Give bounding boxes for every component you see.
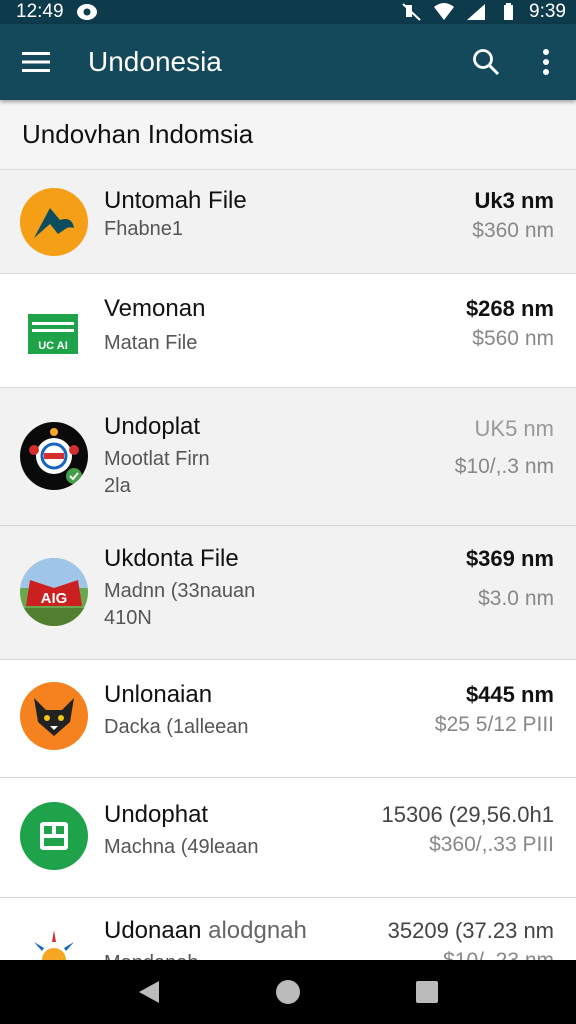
item-title: Udonaan alodgnah bbox=[104, 916, 307, 946]
item-subtitle: Fhabne1 bbox=[104, 218, 183, 240]
bird-logo-icon bbox=[34, 208, 74, 238]
status-right: 9:39 bbox=[401, 1, 566, 23]
green-folder-icon: UC AI bbox=[28, 314, 78, 354]
item-subvalue: $3.0 nm bbox=[478, 587, 554, 610]
item-texts: Ukdonta File Madnn (33nauan 410N bbox=[104, 544, 255, 632]
back-icon bbox=[139, 981, 160, 1003]
item-texts: Unlonaian Dacka (1alleean bbox=[104, 680, 249, 741]
item-title: Vemonan bbox=[104, 295, 206, 322]
item-title-main: Udonaan bbox=[104, 917, 202, 944]
item-title: Undophat bbox=[104, 801, 209, 828]
list-item[interactable]: Undophat Machna (49leaan 15306 (29,56.0h… bbox=[0, 778, 576, 898]
battery-icon bbox=[504, 3, 514, 20]
item-avatar bbox=[20, 802, 88, 870]
icon-label: AIG bbox=[41, 590, 68, 607]
item-value: $369 nm bbox=[465, 546, 554, 571]
back-button[interactable] bbox=[119, 962, 179, 1022]
status-bar: 12:49 9:39 bbox=[0, 0, 576, 24]
app-bar: Undonesia bbox=[0, 24, 576, 100]
item-texts: Undoplat Mootlat Firn 2la bbox=[104, 412, 210, 500]
more-options-button[interactable] bbox=[516, 24, 576, 100]
list-item[interactable]: Untomah File Fhabne1 Uk3 nm $360 nm bbox=[0, 170, 576, 274]
section-header: Undovhan Indomsia bbox=[0, 100, 576, 170]
home-button[interactable] bbox=[258, 962, 318, 1022]
item-subtitle: Dacka (1alleean bbox=[104, 716, 249, 738]
item-title: Ukdonta File bbox=[104, 545, 239, 572]
item-subtitle: Mootlat Firn bbox=[104, 448, 210, 470]
menu-icon bbox=[22, 52, 50, 72]
status-time-left: 12:49 bbox=[16, 1, 64, 22]
file-list: Untomah File Fhabne1 Uk3 nm $360 nm UC A… bbox=[0, 170, 576, 978]
mute-icon bbox=[402, 3, 421, 21]
item-subtitle: Machna (49leaan bbox=[104, 836, 259, 858]
item-subvalue: $360/,.33 PIII bbox=[429, 833, 554, 856]
more-vert-icon bbox=[543, 49, 549, 75]
item-subtitle: Madnn (33nauan bbox=[104, 580, 256, 602]
item-subvalue: $25 5/12 PIII bbox=[434, 713, 554, 736]
item-value: 35209 (37.23 nm bbox=[387, 918, 554, 943]
item-texts: Untomah File Fhabne1 bbox=[104, 186, 247, 243]
item-texts: Undophat Machna (49leaan bbox=[104, 800, 259, 861]
item-title: Untomah File bbox=[104, 187, 247, 214]
screen: 12:49 9:39 Undonesia Undovhan Indomsia U… bbox=[0, 0, 576, 1024]
item-value: $268 nm bbox=[465, 296, 554, 321]
signal-icon bbox=[467, 4, 486, 20]
item-value: UK5 nm bbox=[474, 416, 554, 441]
item-avatar: AIG bbox=[20, 558, 88, 626]
item-value: Uk3 nm bbox=[474, 188, 554, 213]
status-left: 12:49 bbox=[16, 1, 98, 23]
item-right: $369 nm $3.0 nm bbox=[466, 544, 554, 614]
app-title: Undonesia bbox=[88, 46, 222, 77]
item-title: Undoplat bbox=[104, 413, 201, 440]
item-title-extra: alodgnah bbox=[201, 917, 307, 944]
item-avatar: UC AI bbox=[20, 298, 88, 366]
item-right: Uk3 nm $360 nm bbox=[472, 186, 554, 246]
item-right: 15306 (29,56.0h1 $360/,.33 PIII bbox=[382, 800, 555, 860]
item-subtitle-2: 2la bbox=[104, 475, 131, 497]
menu-button[interactable] bbox=[0, 24, 72, 100]
item-subtitle-2: 410N bbox=[104, 607, 152, 629]
navigation-bar bbox=[0, 960, 576, 1024]
search-icon bbox=[473, 49, 500, 76]
list-item[interactable]: Undoplat Mootlat Firn 2la UK5 nm $10/,.3… bbox=[0, 388, 576, 526]
search-button[interactable] bbox=[456, 24, 516, 100]
emblem-icon bbox=[29, 428, 82, 484]
recents-button[interactable] bbox=[397, 962, 457, 1022]
item-avatar bbox=[20, 188, 88, 256]
list-item[interactable]: Unlonaian Dacka (1alleean $445 nm $25 5/… bbox=[0, 660, 576, 778]
aig-logo-icon: AIG bbox=[20, 558, 88, 626]
recents-icon bbox=[415, 981, 438, 1003]
home-icon bbox=[275, 980, 300, 1004]
fox-logo-icon bbox=[34, 698, 74, 736]
wifi-icon bbox=[434, 3, 455, 20]
list-item[interactable]: UC AI Vemonan Matan File $268 nm $560 nm bbox=[0, 274, 576, 388]
list-item[interactable]: AIG Ukdonta File Madnn (33nauan 410N $36… bbox=[0, 526, 576, 660]
item-subvalue: $360 nm bbox=[472, 219, 554, 242]
item-right: $445 nm $25 5/12 PIII bbox=[435, 680, 554, 740]
item-avatar bbox=[20, 422, 88, 490]
notification-icon bbox=[76, 4, 97, 20]
item-value: $445 nm bbox=[465, 682, 554, 707]
item-title: Unlonaian bbox=[104, 681, 213, 708]
icon-label: UC AI bbox=[38, 340, 68, 352]
item-right: UK5 nm $10/,.3 nm bbox=[455, 414, 554, 482]
item-subvalue: $560 nm bbox=[472, 327, 554, 350]
item-subtitle: Matan File bbox=[104, 332, 198, 354]
item-texts: Vemonan Matan File bbox=[104, 294, 205, 357]
item-right: $268 nm $560 nm bbox=[466, 294, 554, 354]
item-avatar bbox=[20, 682, 88, 750]
status-time-right: 9:39 bbox=[529, 1, 566, 22]
item-subvalue: $10/,.3 nm bbox=[454, 455, 554, 478]
item-value: 15306 (29,56.0h1 bbox=[381, 802, 555, 827]
green-app-icon bbox=[40, 822, 68, 850]
